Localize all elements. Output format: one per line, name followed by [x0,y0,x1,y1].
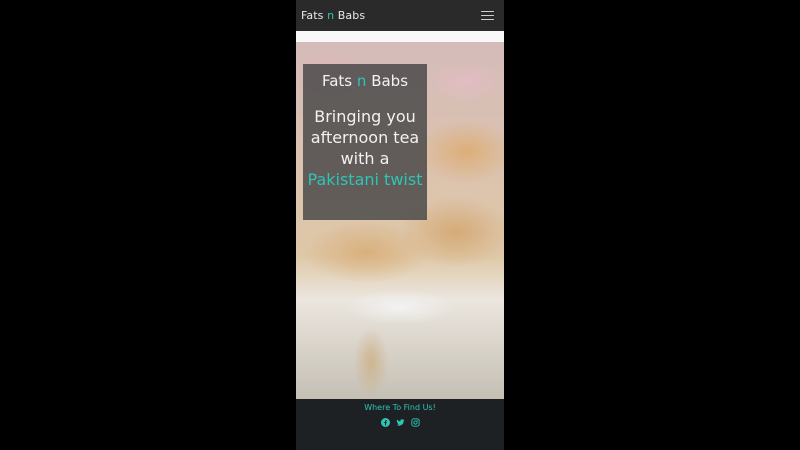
navbar: Fats n Babs [296,0,504,31]
brand-text-1: Fats [301,9,328,22]
social-links [296,418,504,427]
twitter-icon[interactable] [396,418,405,427]
instagram-icon[interactable] [410,418,420,427]
navbar-brand[interactable]: Fats n Babs [301,9,365,22]
hero-card: Fats n Babs Bringing you afternoon tea w… [303,64,427,220]
where-to-find-us-link[interactable]: Where To Find Us! [296,403,504,412]
hamburger-menu-icon[interactable] [481,10,494,21]
facebook-icon[interactable] [380,418,390,427]
tagline-text: Bringing you afternoon tea with a [310,107,420,168]
mobile-viewport: Fats n Babs Fats n Babs Bringing you aft… [296,0,504,450]
hero-title: Fats n Babs [321,72,409,90]
header-spacer [296,31,504,42]
brand-text-2: Babs [334,9,366,22]
tagline-accent: Pakistani twist [307,170,423,189]
footer: Where To Find Us! [296,399,504,450]
hero-tagline: Bringing you afternoon tea with a Pakist… [303,106,427,190]
hero-section: Fats n Babs Bringing you afternoon tea w… [296,42,504,399]
